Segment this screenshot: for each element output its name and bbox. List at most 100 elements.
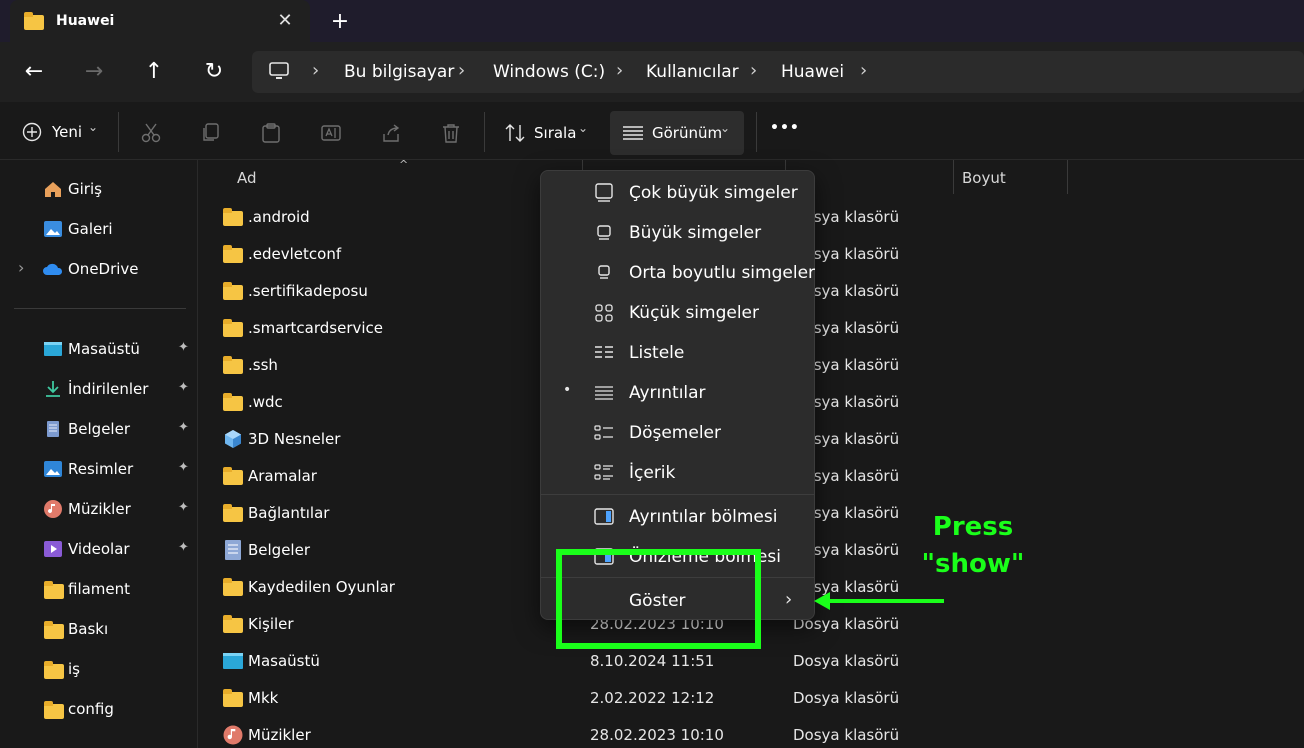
3d-objects-icon (225, 430, 241, 448)
sidebar-item-is[interactable]: iş (0, 651, 198, 687)
window-tab[interactable]: Huawei ✕ (10, 0, 310, 42)
column-divider[interactable] (953, 160, 954, 194)
sidebar-item-documents[interactable]: Belgeler ✦ (0, 411, 198, 447)
up-button[interactable]: ↑ (136, 56, 172, 88)
folder-icon (223, 245, 243, 263)
arrow-head-icon (814, 592, 830, 610)
breadcrumb-separator: › (458, 60, 466, 81)
sidebar-item-gallery[interactable]: Galeri (0, 211, 198, 247)
selected-bullet-icon: • (563, 382, 572, 398)
sidebar-item-label: filament (68, 580, 131, 598)
annotation-arrow (826, 599, 944, 603)
copy-icon[interactable] (200, 122, 222, 144)
more-options-button[interactable]: ••• (770, 120, 800, 136)
address-bar[interactable]: › Bu bilgisayar › Windows (C:) › Kullanı… (252, 51, 1304, 93)
file-type: Dosya klasörü (793, 689, 900, 707)
highlight-box (556, 549, 761, 649)
paste-icon[interactable] (260, 122, 282, 144)
cut-icon[interactable] (140, 122, 162, 144)
pin-icon[interactable]: ✦ (178, 540, 189, 555)
file-name: Aramalar (248, 467, 317, 485)
file-type: Dosya klasörü (793, 652, 900, 670)
file-name: Bağlantılar (248, 504, 330, 522)
list-icon (595, 346, 613, 358)
breadcrumb-separator: › (860, 60, 868, 81)
share-icon[interactable] (380, 122, 402, 144)
sidebar-item-baski[interactable]: Baskı (0, 611, 198, 647)
menu-item-list[interactable]: Listele (541, 333, 814, 373)
breadcrumb-separator: › (312, 60, 320, 81)
breadcrumb-this-pc[interactable]: Bu bilgisayar (344, 62, 454, 82)
sidebar-item-downloads[interactable]: İndirilenler ✦ (0, 371, 198, 407)
sidebar-item-onedrive[interactable]: › OneDrive (0, 251, 198, 287)
breadcrumb-users[interactable]: Kullanıcılar (646, 62, 739, 82)
chevron-down-icon: ⌄ (720, 121, 731, 135)
column-header-name[interactable]: Ad (237, 169, 257, 187)
file-date: 2.02.2022 12:12 (590, 689, 715, 707)
pin-icon[interactable]: ✦ (178, 460, 189, 475)
menu-item-content[interactable]: İçerik (541, 453, 814, 493)
pin-icon[interactable]: ✦ (178, 500, 189, 515)
new-button[interactable]: Yeni ⌄ (18, 112, 104, 152)
view-button[interactable]: Görünüm ⌄ (610, 111, 744, 155)
view-button-label: Görünüm (652, 124, 723, 142)
sidebar-item-label: config (68, 700, 114, 718)
refresh-button[interactable]: ↻ (196, 56, 232, 88)
pin-icon[interactable]: ✦ (178, 340, 189, 355)
pin-icon[interactable]: ✦ (178, 380, 189, 395)
sidebar-item-label: Resimler (68, 460, 134, 478)
sort-icon (505, 124, 525, 142)
rename-icon[interactable] (320, 122, 342, 144)
documents-icon (47, 421, 59, 437)
new-tab-button[interactable]: + (326, 8, 354, 36)
breadcrumb-separator: › (616, 60, 624, 81)
medium-icons-icon (598, 265, 610, 279)
toolbar-divider (118, 112, 119, 152)
file-row[interactable]: Müzikler 28.02.2023 10:10 Dosya klasörü (199, 716, 1304, 748)
breadcrumb-windows-c[interactable]: Windows (C:) (493, 62, 605, 82)
sidebar-item-label: Müzikler (68, 500, 131, 518)
breadcrumb-huawei[interactable]: Huawei (781, 62, 844, 82)
sort-ascending-icon: ^ (399, 158, 409, 171)
menu-divider (541, 494, 814, 495)
folder-icon (223, 504, 243, 522)
menu-item-large-icons[interactable]: Büyük simgeler (541, 213, 814, 253)
chevron-down-icon: ⌄ (88, 120, 99, 134)
menu-item-label: İçerik (629, 463, 676, 483)
sidebar-divider (14, 308, 186, 309)
file-name: .smartcardservice (248, 319, 384, 337)
sidebar-item-videos[interactable]: Videolar ✦ (0, 531, 198, 567)
expand-chevron-icon[interactable]: › (18, 258, 24, 277)
file-date: 8.10.2024 11:51 (590, 652, 715, 670)
sidebar-item-config[interactable]: config (0, 691, 198, 727)
menu-item-extra-large-icons[interactable]: Çok büyük simgeler (541, 173, 814, 213)
close-tab-button[interactable]: ✕ (272, 8, 298, 34)
sidebar-item-filament[interactable]: filament (0, 571, 198, 607)
column-header-size[interactable]: Boyut (962, 169, 1006, 187)
sort-button[interactable]: Sırala ⌄ (500, 112, 596, 152)
download-icon (46, 381, 60, 397)
file-name: Belgeler (248, 541, 310, 559)
sidebar-item-pictures[interactable]: Resimler ✦ (0, 451, 198, 487)
sidebar-item-label: iş (68, 660, 80, 678)
menu-item-medium-icons[interactable]: Orta boyutlu simgeler (541, 253, 815, 293)
folder-icon (223, 393, 243, 411)
delete-icon[interactable] (440, 122, 462, 144)
menu-item-details[interactable]: • Ayrıntılar (541, 373, 814, 413)
file-name: Müzikler (248, 726, 311, 744)
sidebar-item-desktop[interactable]: Masaüstü ✦ (0, 331, 198, 367)
menu-item-details-pane[interactable]: Ayrıntılar bölmesi (541, 497, 814, 537)
sidebar-item-home[interactable]: Giriş (0, 171, 198, 207)
content-icon (594, 464, 613, 480)
menu-item-small-icons[interactable]: Küçük simgeler (541, 293, 814, 333)
small-icons-icon (595, 304, 613, 322)
sidebar-item-music[interactable]: Müzikler ✦ (0, 491, 198, 527)
column-divider[interactable] (1067, 160, 1068, 194)
back-button[interactable]: ← (16, 56, 52, 88)
file-row[interactable]: Mkk 2.02.2022 12:12 Dosya klasörü (199, 679, 1304, 716)
folder-icon (223, 282, 243, 300)
menu-item-tiles[interactable]: Döşemeler (541, 413, 814, 453)
forward-button[interactable]: → (76, 56, 112, 88)
pin-icon[interactable]: ✦ (178, 420, 189, 435)
music-icon (44, 500, 62, 518)
